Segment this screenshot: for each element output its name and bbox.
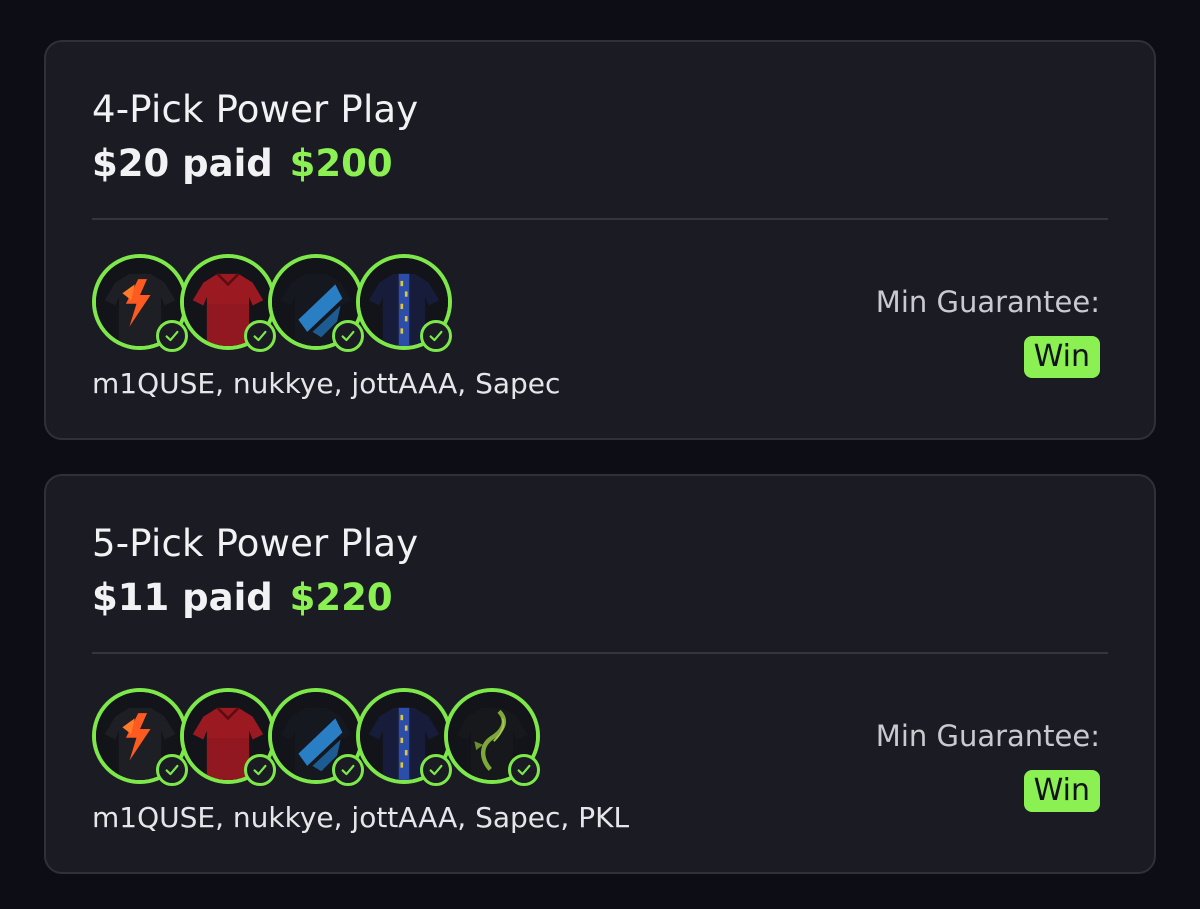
paid-amount: $20 paid <box>92 142 273 185</box>
checkmark-circle-icon <box>156 320 188 352</box>
guarantee-label: Min Guarantee: <box>875 719 1100 753</box>
checkmark-circle-icon <box>420 754 452 786</box>
checkmark-circle-icon <box>244 754 276 786</box>
payout-amount: $200 <box>289 142 393 185</box>
divider <box>92 652 1108 654</box>
entry-amount: $11 paid $220 <box>92 574 1108 622</box>
guarantee-label: Min Guarantee: <box>875 285 1100 319</box>
entry-card[interactable]: 4-Pick Power Play $20 paid $200 m1QUSE, … <box>44 40 1156 440</box>
entry-title: 5-Pick Power Play <box>92 522 419 565</box>
entries-list: 4-Pick Power Play $20 paid $200 m1QUSE, … <box>44 40 1156 908</box>
entry-card[interactable]: 5-Pick Power Play $11 paid $220 m1QUSE, … <box>44 474 1156 874</box>
checkmark-circle-icon <box>156 754 188 786</box>
player-names: m1QUSE, nukkye, jottAAA, Sapec <box>92 367 561 400</box>
min-guarantee: Min Guarantee: Win <box>876 716 1100 812</box>
player-names: m1QUSE, nukkye, jottAAA, Sapec, PKL <box>92 801 630 834</box>
checkmark-circle-icon <box>508 754 540 786</box>
divider <box>92 218 1108 220</box>
result-badge: Win <box>1023 336 1100 378</box>
entry-amount: $20 paid $200 <box>92 140 1108 188</box>
payout-amount: $220 <box>289 576 393 619</box>
card-header: 4-Pick Power Play $20 paid $200 <box>92 86 1108 188</box>
card-header: 5-Pick Power Play $11 paid $220 <box>92 520 1108 622</box>
checkmark-circle-icon <box>244 320 276 352</box>
checkmark-circle-icon <box>332 320 364 352</box>
result-badge: Win <box>1023 770 1100 812</box>
paid-amount: $11 paid <box>92 576 273 619</box>
min-guarantee: Min Guarantee: Win <box>876 282 1100 378</box>
entry-title: 4-Pick Power Play <box>92 88 419 131</box>
checkmark-circle-icon <box>420 320 452 352</box>
checkmark-circle-icon <box>332 754 364 786</box>
